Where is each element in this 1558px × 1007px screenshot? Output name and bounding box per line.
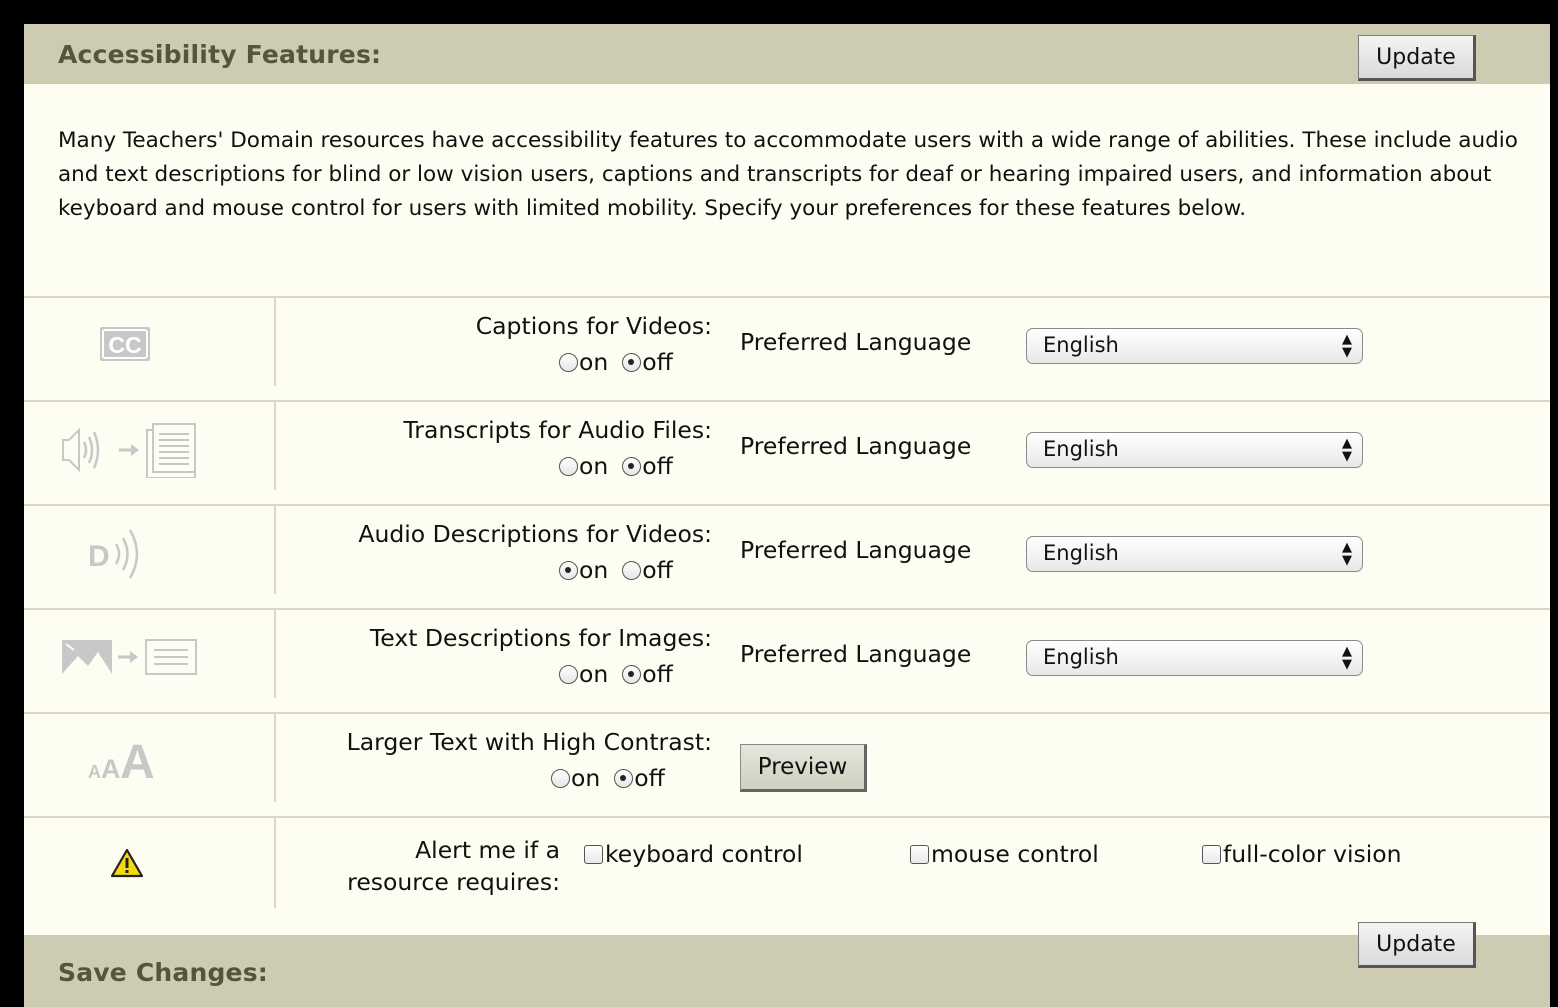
feature-row-audio-descriptions: D Audio Descriptions for Videos: on off … — [24, 504, 1550, 610]
select-arrows-icon: ▲ ▼ — [1342, 643, 1352, 672]
checkbox-label: full-color vision — [1223, 840, 1402, 868]
radio-on[interactable] — [559, 352, 578, 372]
radio-off-label: off — [642, 660, 673, 688]
svg-text:A: A — [120, 736, 155, 784]
radio-on[interactable] — [559, 664, 578, 684]
checkbox-full-color-vision[interactable]: full-color vision — [1202, 840, 1402, 868]
feature-row-transcripts: Transcripts for Audio Files: on off Pref… — [24, 400, 1550, 506]
feature-label: Transcripts for Audio Files: — [403, 416, 712, 444]
feature-label: Captions for Videos: — [475, 312, 712, 340]
checkbox-mouse-control[interactable]: mouse control — [910, 840, 1099, 868]
svg-text:CC: CC — [108, 332, 141, 358]
section-header: Accessibility Features: Update — [24, 24, 1550, 84]
checkbox[interactable] — [910, 844, 929, 864]
select-arrows-icon: ▲ ▼ — [1342, 539, 1352, 568]
radio-group: on off — [551, 764, 679, 792]
radio-off[interactable] — [614, 768, 634, 788]
radio-off[interactable] — [622, 352, 642, 372]
audio-description-icon: D — [88, 529, 139, 579]
update-button-top[interactable]: Update — [1358, 35, 1476, 81]
radio-on[interactable] — [559, 456, 578, 476]
radio-group: on off — [559, 348, 687, 376]
save-changes-title: Save Changes: — [58, 958, 268, 987]
section-title: Accessibility Features: — [58, 40, 382, 69]
preferred-language-label: Preferred Language — [740, 536, 972, 564]
language-select-value: English — [1043, 645, 1119, 669]
svg-text:D: D — [88, 540, 110, 573]
alert-label-line2: resource requires: — [347, 868, 560, 896]
language-select[interactable]: English ▲ ▼ — [1026, 328, 1363, 364]
feature-row-text-descriptions: Text Descriptions for Images: on off Pre… — [24, 608, 1550, 714]
checkbox-label: keyboard control — [605, 840, 803, 868]
checkbox[interactable] — [584, 844, 603, 864]
radio-off-label: off — [634, 764, 665, 792]
feature-label: Text Descriptions for Images: — [369, 624, 712, 652]
checkbox-keyboard-control[interactable]: keyboard control — [584, 840, 803, 868]
radio-on-label: on — [571, 764, 601, 792]
preferred-language-label: Preferred Language — [740, 640, 972, 668]
text-size-icon: A A A — [88, 736, 155, 784]
language-select[interactable]: English ▲ ▼ — [1026, 432, 1363, 468]
language-select-value: English — [1043, 437, 1119, 461]
alert-label: Alert me if a resource requires: — [347, 834, 560, 898]
radio-on-label: on — [579, 660, 609, 688]
feature-label: Audio Descriptions for Videos: — [358, 520, 712, 548]
checkbox-label: mouse control — [931, 840, 1099, 868]
save-changes-bar: Save Changes: — [24, 935, 1550, 1007]
audio-transcript-icon — [62, 423, 196, 478]
select-arrows-icon: ▲ ▼ — [1342, 331, 1352, 360]
radio-off-label: off — [642, 556, 673, 584]
accessibility-panel: Accessibility Features: Update Many Teac… — [24, 24, 1550, 1007]
select-arrows-icon: ▲ ▼ — [1342, 435, 1352, 464]
closed-captions-icon: CC — [100, 327, 150, 361]
radio-off[interactable] — [622, 560, 642, 580]
radio-on[interactable] — [551, 768, 570, 788]
language-select[interactable]: English ▲ ▼ — [1026, 536, 1363, 572]
preview-button[interactable]: Preview — [740, 744, 867, 792]
language-select-value: English — [1043, 333, 1119, 357]
radio-group: on off — [559, 452, 687, 480]
radio-on-label: on — [579, 348, 609, 376]
svg-text:A: A — [88, 762, 101, 782]
svg-text:A: A — [101, 754, 121, 784]
radio-on-label: on — [579, 452, 609, 480]
radio-off-label: off — [642, 348, 673, 376]
feature-row-captions: CC Captions for Videos: on off Preferred… — [24, 296, 1550, 402]
language-select[interactable]: English ▲ ▼ — [1026, 640, 1363, 676]
feature-label: Larger Text with High Contrast: — [346, 728, 712, 756]
update-button-bottom[interactable]: Update — [1358, 922, 1476, 968]
alert-label-line1: Alert me if a — [415, 836, 560, 864]
radio-group: on off — [559, 660, 687, 688]
preferred-language-label: Preferred Language — [740, 328, 972, 356]
radio-off[interactable] — [622, 664, 642, 684]
radio-on[interactable] — [559, 560, 578, 580]
radio-group: on off — [559, 556, 687, 584]
preferred-language-label: Preferred Language — [740, 432, 972, 460]
alert-row: Alert me if a resource requires: keyboar… — [24, 816, 1550, 937]
warning-icon — [110, 848, 144, 878]
radio-off[interactable] — [622, 456, 642, 476]
feature-row-larger-text: A A A Larger Text with High Contrast: on… — [24, 712, 1550, 818]
language-select-value: English — [1043, 541, 1119, 565]
radio-off-label: off — [642, 452, 673, 480]
image-description-icon — [62, 639, 197, 675]
checkbox[interactable] — [1202, 844, 1221, 864]
radio-on-label: on — [579, 556, 609, 584]
intro-text: Many Teachers' Domain resources have acc… — [58, 128, 1518, 221]
